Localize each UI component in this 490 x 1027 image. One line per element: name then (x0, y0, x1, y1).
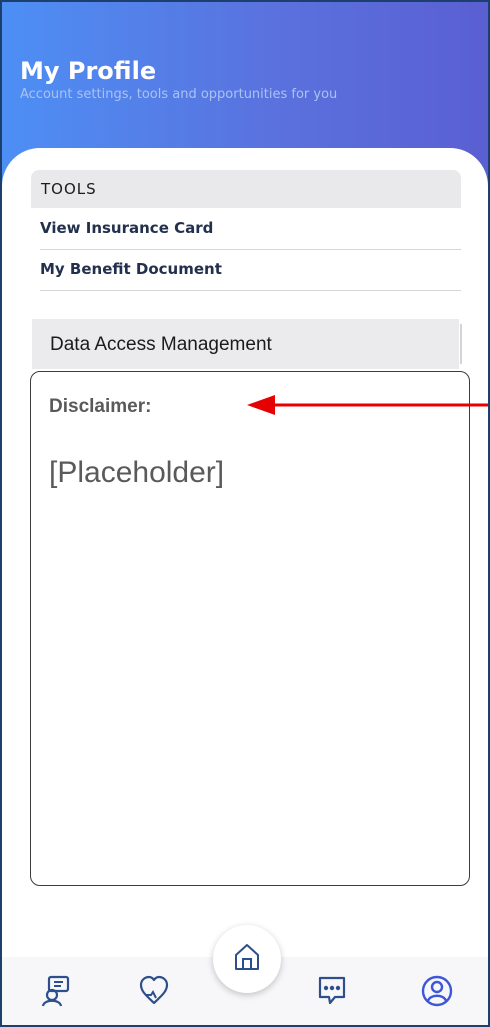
disclaimer-placeholder: [Placeholder] (49, 456, 225, 489)
my-benefit-document-link[interactable]: My Benefit Document (40, 250, 461, 291)
chat-bubble-icon[interactable] (315, 974, 349, 1008)
tools-section-header: TOOLS (31, 170, 461, 208)
home-button[interactable] (213, 925, 281, 993)
disclaimer-panel: Disclaimer: [Placeholder] (30, 371, 470, 886)
view-insurance-card-link[interactable]: View Insurance Card (40, 209, 461, 250)
annotation-arrow-icon (247, 395, 488, 415)
profile-icon[interactable] (420, 974, 454, 1008)
disclaimer-label: Disclaimer: (49, 396, 152, 417)
page-subtitle: Account settings, tools and opportunitie… (20, 87, 338, 102)
data-access-management-header[interactable]: Data Access Management (32, 319, 459, 369)
scrollbar[interactable] (460, 324, 462, 364)
home-icon (235, 944, 259, 970)
page-title: My Profile (20, 57, 157, 85)
heart-health-icon[interactable] (137, 974, 171, 1008)
app-screen: My Profile Account settings, tools and o… (2, 2, 488, 1025)
care-team-icon[interactable] (40, 974, 74, 1008)
